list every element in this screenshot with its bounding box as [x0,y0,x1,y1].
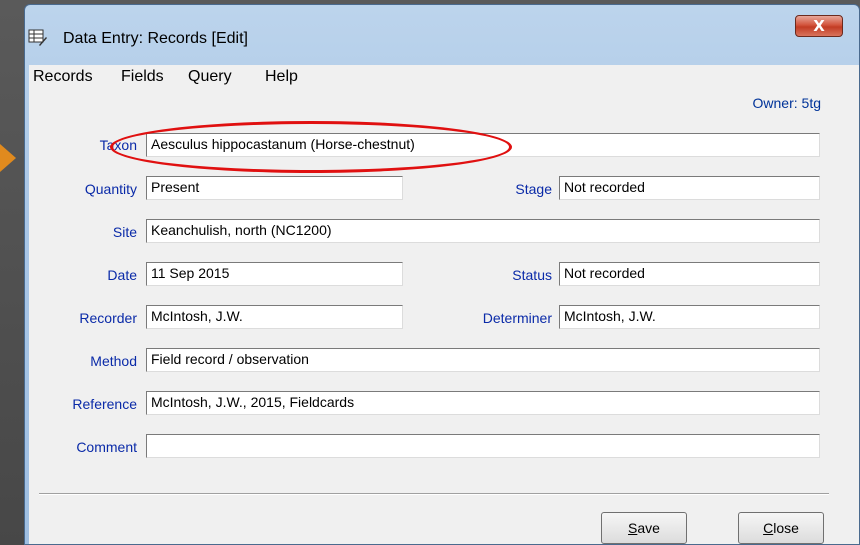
close-button-mnemonic: C [763,520,774,536]
date-field[interactable]: 11 Sep 2015 [146,262,403,286]
recorder-field[interactable]: McIntosh, J.W. [146,305,403,329]
taxon-field[interactable]: Aesculus hippocastanum (Horse-chestnut) [146,133,820,157]
method-field[interactable]: Field record / observation [146,348,820,372]
menu-records[interactable]: Records [33,68,93,86]
window-title: Data Entry: Records [Edit] [63,30,248,47]
date-label: Date [107,267,137,283]
menu-query[interactable]: Query [188,68,232,86]
taxon-label: Taxon [99,137,137,153]
data-entry-app-icon [28,29,47,46]
save-button-label: ave [637,520,660,536]
site-field[interactable]: Keanchulish, north (NC1200) [146,219,820,243]
comment-field[interactable] [146,434,820,458]
quantity-label: Quantity [84,181,137,197]
recorder-label: Recorder [79,310,137,326]
status-field[interactable]: Not recorded [559,262,820,286]
separator [39,493,829,495]
pointer-arrow-icon [0,144,16,172]
save-button[interactable]: Save [601,512,687,544]
reference-field[interactable]: McIntosh, J.W., 2015, Fieldcards [146,391,820,415]
stage-label: Stage [515,181,552,197]
reference-label: Reference [72,396,137,412]
save-button-mnemonic: S [628,520,638,536]
menu-fields[interactable]: Fields [121,68,164,86]
site-label: Site [112,224,137,240]
data-entry-window: Data Entry: Records [Edit] X Records Fie… [24,4,860,545]
owner-label: Owner: 5tg [752,95,821,111]
form-area: Owner: 5tg Taxon Aesculus hippocastanum … [29,89,859,544]
title-bar[interactable]: Data Entry: Records [Edit] X [25,5,859,63]
menu-help[interactable]: Help [265,68,298,86]
comment-label: Comment [76,439,137,455]
close-button[interactable]: Close [738,512,824,544]
close-window-button[interactable]: X [795,15,843,37]
determiner-label: Determiner [482,310,552,326]
stage-field[interactable]: Not recorded [559,176,820,200]
status-label: Status [512,267,552,283]
quantity-field[interactable]: Present [146,176,403,200]
method-label: Method [90,353,137,369]
determiner-field[interactable]: McIntosh, J.W. [559,305,820,329]
close-button-label: lose [773,520,799,536]
menu-bar: Records Fields Query Help [29,65,859,90]
